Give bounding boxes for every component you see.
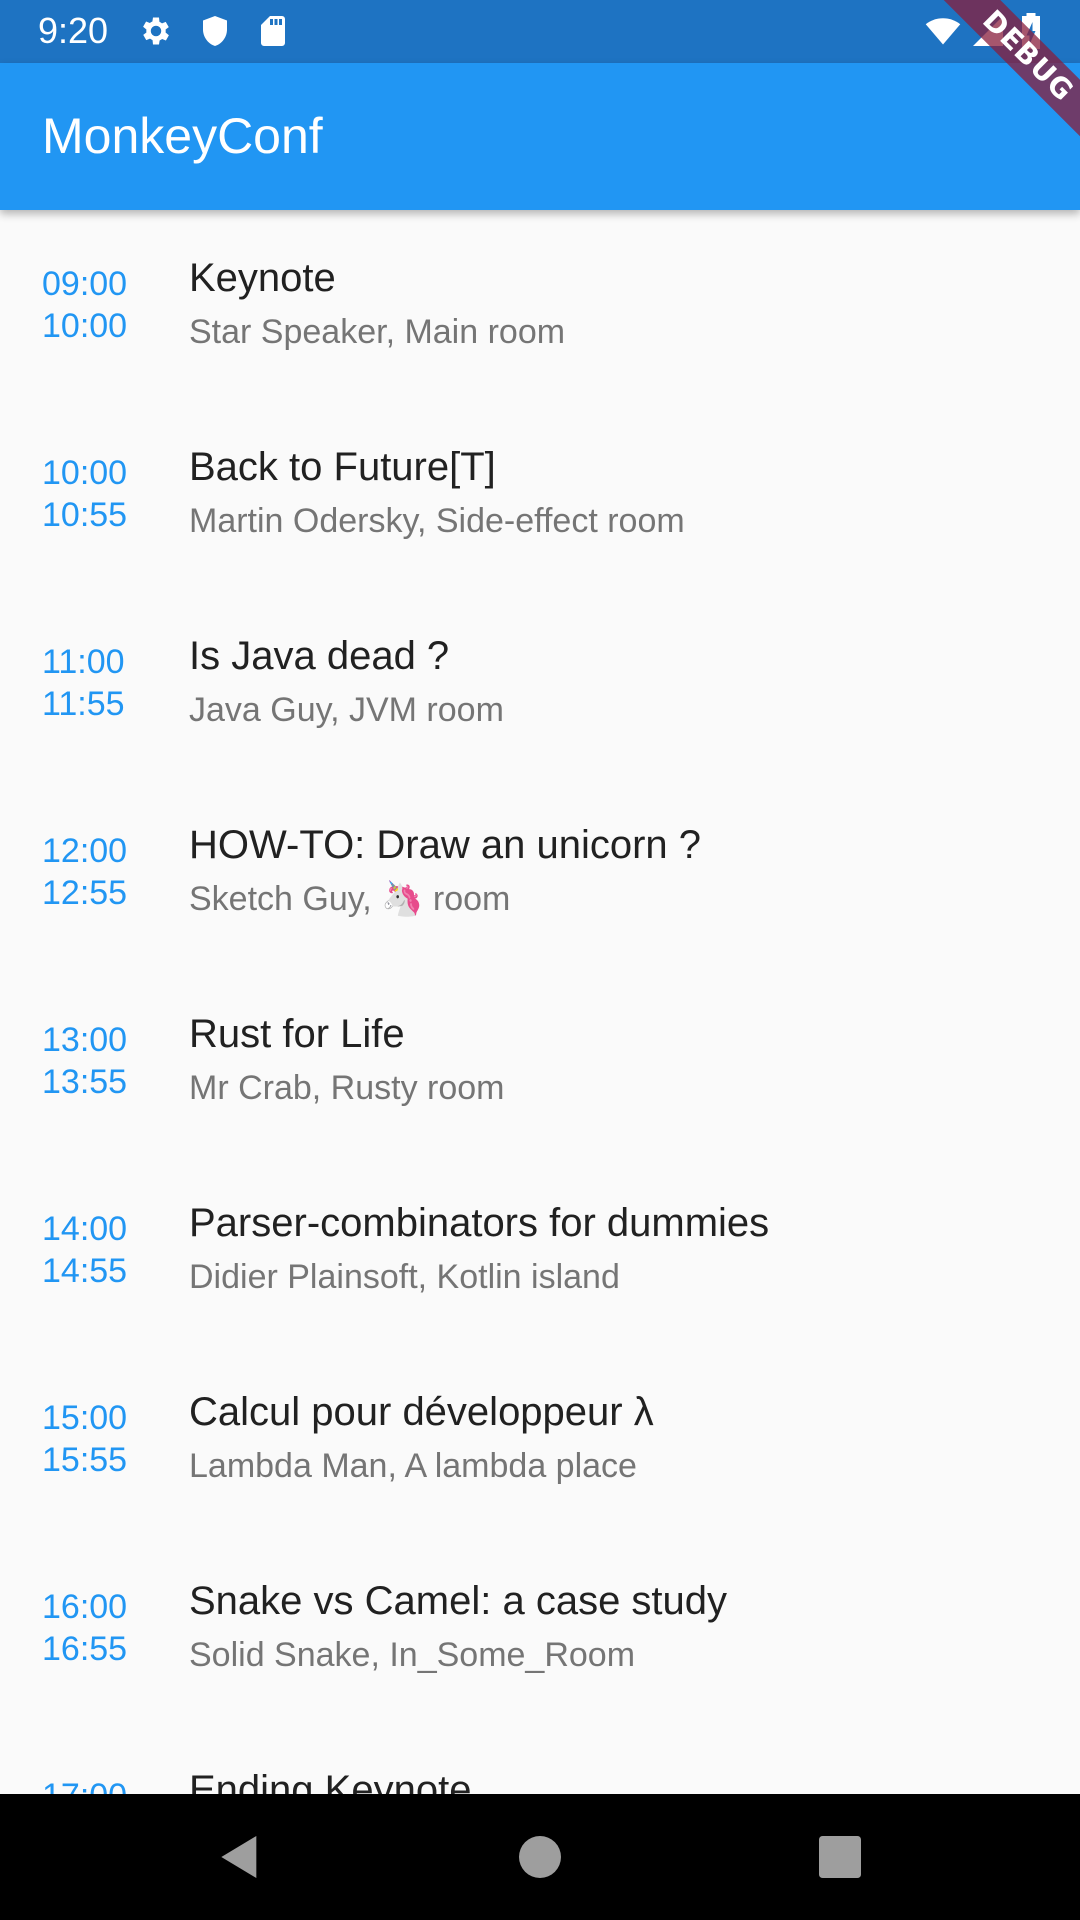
schedule-item[interactable]: 09:00 10:00 Keynote Star Speaker, Main r… xyxy=(0,210,1080,399)
nav-bar xyxy=(0,1794,1080,1920)
schedule-item[interactable]: 11:00 11:55 Is Java dead ? Java Guy, JVM… xyxy=(0,588,1080,777)
end-time: 13:55 xyxy=(42,1063,128,1101)
schedule-item[interactable]: 13:00 13:55 Rust for Life Mr Crab, Rusty… xyxy=(0,966,1080,1155)
start-time: 14:00 xyxy=(42,1210,128,1248)
schedule-item[interactable]: 14:00 14:55 Parser-combinators for dummi… xyxy=(0,1155,1080,1344)
screen: 9:20 MonkeyConf DEBUG 09:00 10:00 Keynot… xyxy=(0,0,1080,1920)
end-time: 10:55 xyxy=(42,496,128,534)
start-time: 11:00 xyxy=(42,643,125,681)
schedule-item[interactable]: 16:00 16:55 Snake vs Camel: a case study… xyxy=(0,1533,1080,1722)
end-time: 12:55 xyxy=(42,874,128,912)
talk-title: Back to Future[T] xyxy=(189,445,496,489)
talk-subtitle: Lambda Man, A lambda place xyxy=(189,1447,637,1485)
talk-subtitle: Didier Plainsoft, Kotlin island xyxy=(189,1258,620,1296)
talk-title: Ending Keynote xyxy=(189,1768,472,1794)
app-title: MonkeyConf xyxy=(42,108,323,164)
talk-title: Is Java dead ? xyxy=(189,634,450,678)
start-time: 15:00 xyxy=(42,1399,128,1437)
end-time: 15:55 xyxy=(42,1441,128,1479)
talk-subtitle: Sketch Guy, 🦄 room xyxy=(189,880,511,918)
end-time: 16:55 xyxy=(42,1630,128,1668)
talk-title: Calcul pour développeur λ xyxy=(189,1390,654,1434)
start-time: 12:00 xyxy=(42,832,128,870)
schedule-item[interactable]: 15:00 15:55 Calcul pour développeur λ La… xyxy=(0,1344,1080,1533)
gear-icon xyxy=(138,13,174,49)
start-time: 10:00 xyxy=(42,454,128,492)
talk-subtitle: Martin Odersky, Side-effect room xyxy=(189,502,685,540)
schedule-list[interactable]: 09:00 10:00 Keynote Star Speaker, Main r… xyxy=(0,210,1080,1794)
cell-signal-icon xyxy=(970,13,1006,49)
start-time: 17:00 xyxy=(42,1776,127,1794)
talk-title: Parser-combinators for dummies xyxy=(189,1201,770,1245)
home-icon[interactable] xyxy=(512,1829,568,1885)
talk-title: Rust for Life xyxy=(189,1012,405,1056)
recents-icon[interactable] xyxy=(812,1829,868,1885)
end-time: 10:00 xyxy=(42,307,128,345)
talk-title: Snake vs Camel: a case study xyxy=(189,1579,728,1623)
end-time: 11:55 xyxy=(42,685,125,723)
start-time: 13:00 xyxy=(42,1021,128,1059)
status-bar: 9:20 xyxy=(0,0,1080,63)
status-time: 9:20 xyxy=(38,10,109,51)
talk-subtitle: Mr Crab, Rusty room xyxy=(189,1069,505,1107)
talk-subtitle: Solid Snake, In_Some_Room xyxy=(189,1636,636,1674)
talk-title: Keynote xyxy=(189,256,336,300)
wifi-icon xyxy=(922,13,964,49)
talk-subtitle: Java Guy, JVM room xyxy=(189,691,504,729)
back-icon[interactable] xyxy=(212,1829,268,1885)
app-bar: MonkeyConf xyxy=(0,63,1080,210)
talk-title: HOW-TO: Draw an unicorn ? xyxy=(189,823,702,867)
schedule-item[interactable]: 10:00 10:55 Back to Future[T] Martin Ode… xyxy=(0,399,1080,588)
talk-subtitle: Star Speaker, Main room xyxy=(189,313,566,351)
start-time: 09:00 xyxy=(42,265,128,303)
start-time: 16:00 xyxy=(42,1588,128,1626)
schedule-item[interactable]: 17:00 Ending Keynote xyxy=(0,1722,1080,1794)
battery-charging-icon xyxy=(1016,13,1046,49)
end-time: 14:55 xyxy=(42,1252,128,1290)
sd-card-icon xyxy=(255,13,291,49)
shield-icon xyxy=(197,13,233,49)
schedule-item[interactable]: 12:00 12:55 HOW-TO: Draw an unicorn ? Sk… xyxy=(0,777,1080,966)
